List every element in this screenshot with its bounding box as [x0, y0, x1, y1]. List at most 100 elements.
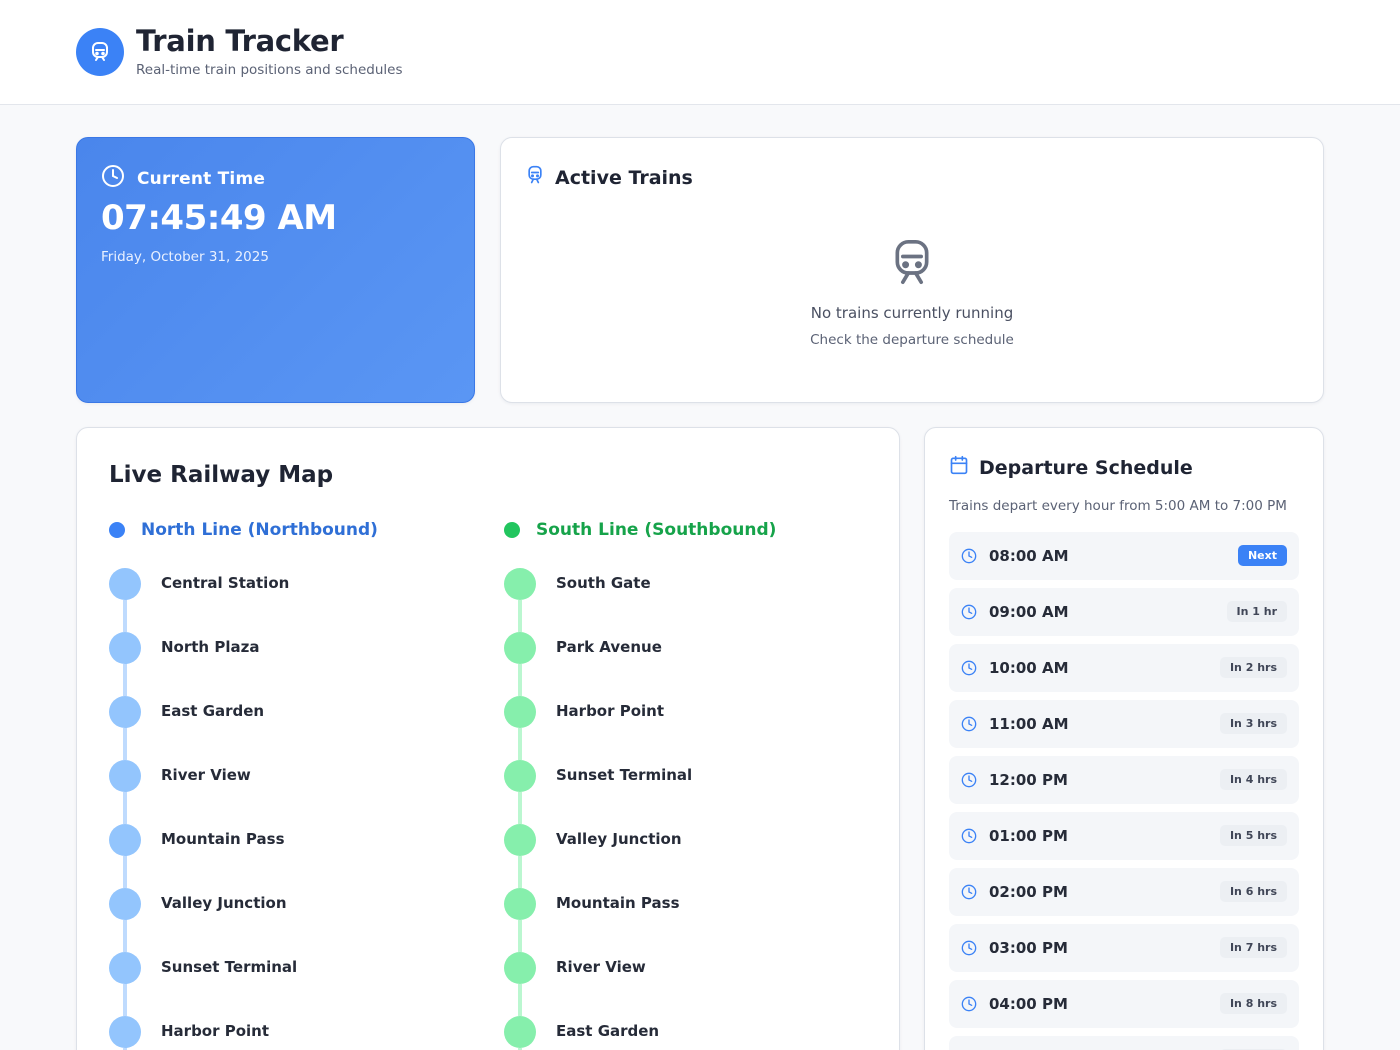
- station-marker-icon: [109, 696, 141, 728]
- station-item[interactable]: East Garden: [504, 1016, 884, 1050]
- station-item[interactable]: Mountain Pass: [504, 888, 884, 952]
- station-marker-icon: [504, 760, 536, 792]
- track-segment: [518, 920, 522, 952]
- schedule-slot[interactable]: 01:00 PM In 5 hrs: [949, 812, 1299, 860]
- clock-icon: [961, 772, 977, 788]
- station-item[interactable]: Harbor Point: [109, 1016, 489, 1050]
- schedule-slot[interactable]: 11:00 AM In 3 hrs: [949, 700, 1299, 748]
- current-time-value: 07:45:49 AM: [101, 198, 337, 238]
- station-item[interactable]: North Plaza: [109, 632, 489, 696]
- departure-time: 11:00 AM: [989, 715, 1069, 733]
- schedule-slot[interactable]: 03:00 PM In 7 hrs: [949, 924, 1299, 972]
- schedule-slot[interactable]: 04:00 PM In 8 hrs: [949, 980, 1299, 1028]
- train-icon: [890, 238, 934, 290]
- station-item[interactable]: Park Avenue: [504, 632, 884, 696]
- station-name: Harbor Point: [161, 1022, 270, 1040]
- schedule-slot[interactable]: 10:00 AM In 2 hrs: [949, 644, 1299, 692]
- station-name: River View: [161, 766, 251, 784]
- station-marker-icon: [109, 632, 141, 664]
- train-icon: [525, 165, 545, 190]
- station-marker-icon: [109, 568, 141, 600]
- current-date: Friday, October 31, 2025: [101, 249, 269, 265]
- station-item[interactable]: Harbor Point: [504, 696, 884, 760]
- south-station-list: South Gate Park Avenue Harbor Point Sunset …: [504, 568, 884, 1050]
- empty-state-title: No trains currently running: [810, 304, 1014, 322]
- app-subtitle: Real-time train positions and schedules: [136, 62, 403, 78]
- station-name: Mountain Pass: [556, 894, 680, 912]
- track-segment: [518, 856, 522, 888]
- south-line-label: South Line (Southbound): [536, 520, 777, 540]
- station-name: River View: [556, 958, 646, 976]
- schedule-slot[interactable]: 02:00 PM In 6 hrs: [949, 868, 1299, 916]
- clock-icon: [101, 164, 125, 193]
- station-item[interactable]: Valley Junction: [504, 824, 884, 888]
- station-item[interactable]: River View: [109, 760, 489, 824]
- track-segment: [518, 664, 522, 696]
- schedule-list: 08:00 AM Next 09:00 AM In 1 hr 10:00 AM In 2 …: [949, 532, 1299, 1050]
- active-trains-header: Active Trains: [525, 165, 693, 190]
- schedule-slot[interactable]: 08:00 AM Next: [949, 532, 1299, 580]
- railway-map-card: Live Railway Map North Line (Northbound)…: [76, 427, 900, 1050]
- empty-state-subtitle: Check the departure schedule: [810, 332, 1014, 348]
- eta-badge: In 1 hr: [1226, 601, 1287, 622]
- departure-time: 03:00 PM: [989, 939, 1068, 957]
- station-marker-icon: [504, 632, 536, 664]
- station-marker-icon: [504, 952, 536, 984]
- calendar-icon: [949, 455, 969, 480]
- clock-icon: [961, 660, 977, 676]
- station-item[interactable]: South Gate: [504, 568, 884, 632]
- eta-badge: In 8 hrs: [1219, 993, 1287, 1014]
- station-name: Valley Junction: [556, 830, 682, 848]
- station-marker-icon: [109, 824, 141, 856]
- station-name: East Garden: [556, 1022, 660, 1040]
- clock-icon: [961, 716, 977, 732]
- track-segment: [123, 792, 127, 824]
- departure-time: 02:00 PM: [989, 883, 1068, 901]
- station-marker-icon: [109, 952, 141, 984]
- station-name: Sunset Terminal: [161, 958, 298, 976]
- departure-time: 04:00 PM: [989, 995, 1068, 1013]
- north-line: North Line (Northbound) Central Station N…: [109, 520, 489, 1050]
- railway-map-title: Live Railway Map: [109, 462, 334, 488]
- schedule-slot[interactable]: 05:00 PMIn 9 hrs: [949, 1036, 1299, 1050]
- south-line-dot: [504, 522, 520, 538]
- station-name: South Gate: [556, 574, 651, 592]
- station-marker-icon: [109, 888, 141, 920]
- station-item[interactable]: Sunset Terminal: [109, 952, 489, 1016]
- track-segment: [518, 600, 522, 632]
- active-trains-card: Active Trains No trains currently runnin…: [500, 137, 1324, 403]
- schedule-slot[interactable]: 12:00 PM In 4 hrs: [949, 756, 1299, 804]
- departure-time: 01:00 PM: [989, 827, 1068, 845]
- track-segment: [123, 728, 127, 760]
- app-title: Train Tracker: [136, 24, 344, 58]
- active-trains-title: Active Trains: [555, 166, 693, 189]
- station-marker-icon: [109, 1016, 141, 1048]
- eta-badge: In 5 hrs: [1219, 825, 1287, 846]
- north-line-label: North Line (Northbound): [141, 520, 378, 540]
- empty-state: No trains currently running Check the de…: [501, 238, 1323, 348]
- track-segment: [123, 856, 127, 888]
- station-name: East Garden: [161, 702, 265, 720]
- departure-time: 12:00 PM: [989, 771, 1068, 789]
- station-item[interactable]: Central Station: [109, 568, 489, 632]
- next-badge: Next: [1237, 545, 1287, 566]
- south-line: South Line (Southbound) South Gate Park A…: [504, 520, 884, 1050]
- station-marker-icon: [109, 760, 141, 792]
- app-header: Train Tracker Real-time train positions …: [0, 0, 1400, 105]
- departure-schedule-card: Departure Schedule Trains depart every h…: [924, 427, 1324, 1050]
- station-item[interactable]: Mountain Pass: [109, 824, 489, 888]
- station-item[interactable]: Sunset Terminal: [504, 760, 884, 824]
- eta-badge: In 3 hrs: [1219, 713, 1287, 734]
- eta-badge: In 2 hrs: [1219, 657, 1287, 678]
- north-station-list: Central Station North Plaza East Garden Riv…: [109, 568, 489, 1050]
- station-item[interactable]: River View: [504, 952, 884, 1016]
- track-segment: [123, 920, 127, 952]
- station-name: Sunset Terminal: [556, 766, 693, 784]
- schedule-header: Departure Schedule: [949, 455, 1193, 480]
- station-item[interactable]: East Garden: [109, 696, 489, 760]
- schedule-slot[interactable]: 09:00 AM In 1 hr: [949, 588, 1299, 636]
- station-marker-icon: [504, 696, 536, 728]
- track-segment: [123, 600, 127, 632]
- station-item[interactable]: Valley Junction: [109, 888, 489, 952]
- clock-icon: [961, 996, 977, 1012]
